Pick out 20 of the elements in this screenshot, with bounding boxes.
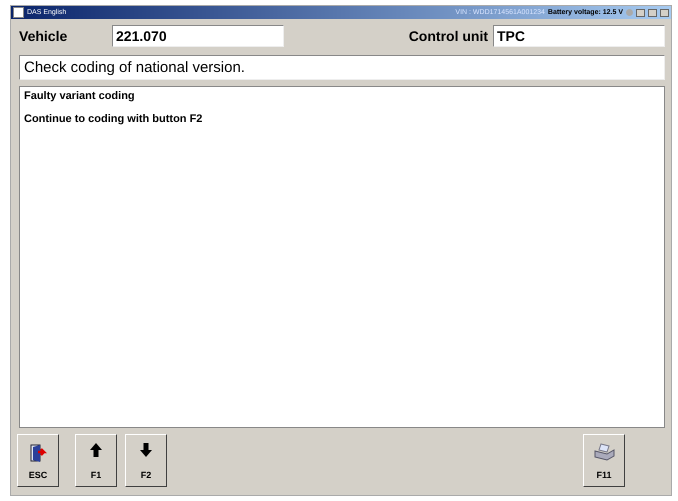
maximize-button[interactable] [648,8,657,16]
control-unit-field: TPC [493,25,665,47]
vehicle-label: Vehicle [19,28,68,44]
message-field: Check coding of national version. [19,55,665,80]
function-key-button[interactable]: F2 [125,434,167,487]
minimize-button[interactable] [636,8,645,16]
function-key-button[interactable]: F1 [75,434,117,487]
control-unit-label: Control unit [408,28,488,44]
function-key-button[interactable]: ESC [17,434,59,487]
vehicle-field: 221.070 [112,25,284,47]
printer-icon [593,443,615,461]
app-icon [13,7,24,18]
exit-door-icon [29,443,47,463]
function-key-button[interactable]: F11 [583,434,625,487]
content-line: Faulty variant coding [24,90,136,102]
up-arrow-icon [90,443,102,457]
close-button[interactable] [660,8,669,16]
down-arrow-icon [140,443,152,457]
content-line: Continue to coding with button F2 [24,113,204,125]
status-dot-icon [626,9,633,16]
